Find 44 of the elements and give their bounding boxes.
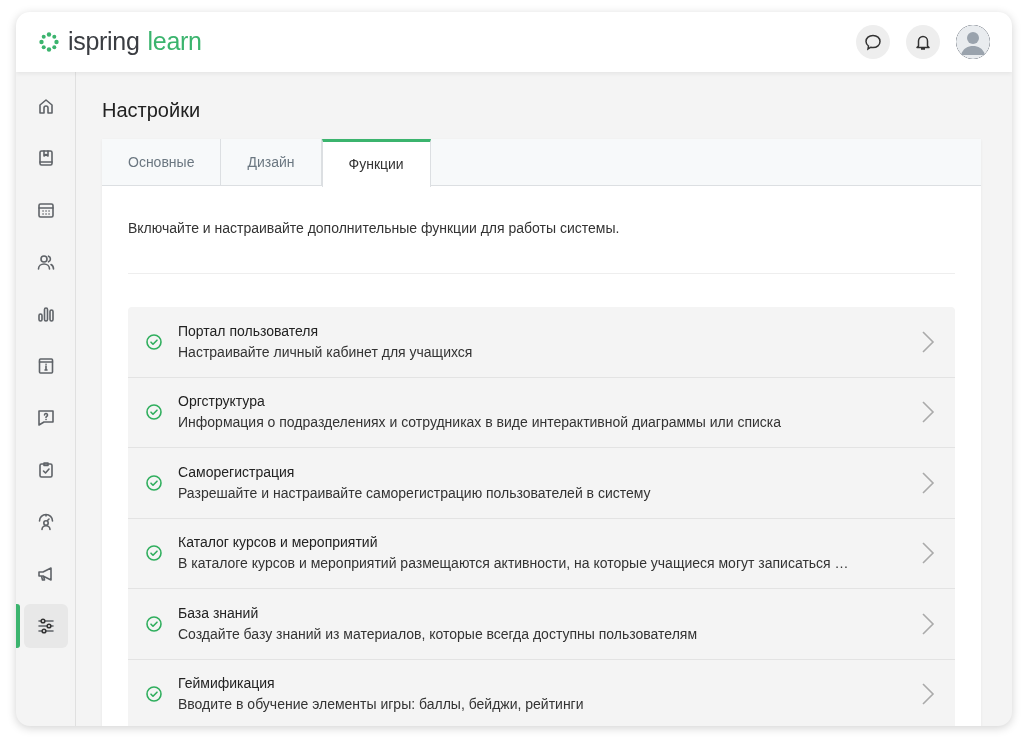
feature-title: Портал пользователя xyxy=(178,321,320,341)
feature-title: Саморегистрация xyxy=(178,462,296,482)
speech-bubble-icon xyxy=(864,33,882,51)
chevron-right-icon xyxy=(921,611,935,636)
feature-description: Настраивайте личный кабинет для учащихся xyxy=(178,342,474,362)
feature-description: Разрешайте и настраивайте саморегистрацию пользователей в систему xyxy=(178,483,652,503)
page-title: Настройки xyxy=(102,98,202,122)
sliders-icon xyxy=(35,616,56,636)
notifications-button[interactable] xyxy=(906,25,940,59)
feature-description: Создайте базу знаний из материалов, которые всегда доступны пользователям xyxy=(178,624,698,644)
logo-brand: ispring xyxy=(68,26,140,58)
chat-button[interactable] xyxy=(856,25,890,59)
feature-description: Вводите в обучение элементы игры: баллы, бейджи, рейтинги xyxy=(178,695,585,715)
feature-description: В каталоге курсов и мероприятий размещаются активности, на которые учащиеся могут записаться … xyxy=(178,554,850,574)
feature-title: База знаний xyxy=(178,603,260,623)
question-bubble-icon xyxy=(35,408,56,428)
avatar[interactable] xyxy=(956,25,990,59)
feature-row[interactable]: Оргструктура Информация о подразделениях и сотрудниках в виде интерактивной диаграммы или списка xyxy=(128,377,955,448)
logo-icon xyxy=(38,31,60,53)
chevron-right-icon xyxy=(921,541,935,566)
calendar-icon xyxy=(35,200,56,220)
chevron-right-icon xyxy=(921,682,935,707)
feature-title: Оргструктура xyxy=(178,392,266,412)
chevron-right-icon xyxy=(921,329,935,354)
feature-title: Геймификация xyxy=(178,674,276,694)
bar-chart-icon xyxy=(35,304,56,324)
feature-row[interactable]: Геймификация Вводите в обучение элементы игры: баллы, бейджи, рейтинги xyxy=(128,659,955,726)
feature-row[interactable]: Портал пользователя Настраивайте личный кабинет для учащихся xyxy=(128,307,955,378)
tab[interactable]: Дизайн xyxy=(221,139,322,186)
tab[interactable]: Основные xyxy=(102,139,222,186)
logo-product: learn xyxy=(147,26,202,58)
chevron-right-icon xyxy=(921,400,935,425)
feature-description: Информация о подразделениях и сотрудниках в виде интерактивной диаграммы или списка xyxy=(178,413,782,433)
feature-row[interactable]: Саморегистрация Разрешайте и настраивайте саморегистрацию пользователей в систему xyxy=(128,448,955,519)
sidebar-item[interactable] xyxy=(23,604,68,648)
feature-row[interactable]: База знаний Создайте базу знаний из материалов, которые всегда доступны пользователям xyxy=(128,589,955,660)
people-icon xyxy=(35,252,56,272)
feature-row[interactable]: Каталог курсов и мероприятий В каталоге курсов и мероприятий размещаются активности, на которые учащиеся могут записаться … xyxy=(128,518,955,589)
feature-title: Каталог курсов и мероприятий xyxy=(178,533,379,553)
tab[interactable]: Функции xyxy=(321,139,431,187)
active-indicator xyxy=(16,604,20,648)
chevron-right-icon xyxy=(921,470,935,495)
bell-icon xyxy=(914,33,932,51)
intro-text: Включайте и настраивайте дополнительные функции для работы системы. xyxy=(127,219,621,238)
